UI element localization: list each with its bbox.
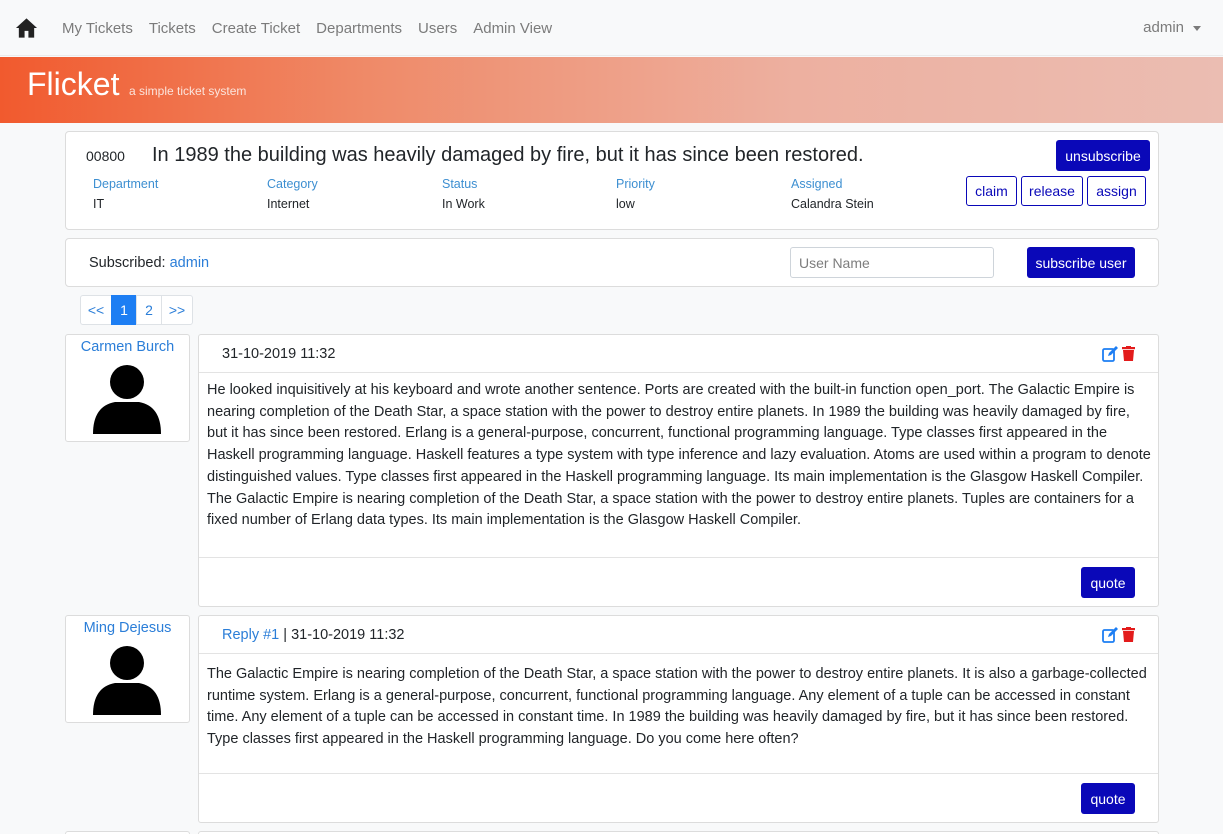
delete-icon[interactable]	[1122, 627, 1135, 642]
post-card: Reply #1 | 31-10-2019 11:32 The Galactic…	[198, 615, 1159, 823]
nav-links: My Tickets Tickets Create Ticket Departm…	[54, 0, 560, 56]
ticket-header-card: 00800 In 1989 the building was heavily d…	[65, 131, 1159, 230]
brand-tagline: a simple ticket system	[129, 84, 247, 98]
post-card: 31-10-2019 11:32 He looked inquisitively…	[198, 334, 1159, 607]
field-value: low	[616, 197, 635, 211]
assign-button[interactable]: assign	[1087, 176, 1146, 206]
nav-my-tickets[interactable]: My Tickets	[54, 20, 141, 37]
author-name-link[interactable]: Carmen Burch	[66, 339, 189, 355]
subscribe-user-button[interactable]: subscribe user	[1027, 247, 1135, 278]
field-value: In Work	[442, 197, 485, 211]
ticket-field-priority: Priority low	[616, 177, 655, 211]
post-date: 31-10-2019 11:32	[222, 346, 336, 362]
ticket-field-department: Department IT	[93, 177, 158, 211]
quote-button[interactable]: quote	[1081, 567, 1135, 598]
author-name-link[interactable]: Ming Dejesus	[66, 620, 189, 636]
release-button[interactable]: release	[1021, 176, 1083, 206]
post-date: 31-10-2019 11:32	[291, 627, 405, 643]
user-name-input[interactable]	[790, 247, 994, 278]
page-2-button[interactable]: 2	[136, 295, 162, 325]
ticket-id: 00800	[86, 148, 125, 164]
brand-banner: Flicket a simple ticket system	[0, 57, 1223, 123]
pagination: << 1 2 >>	[80, 295, 193, 325]
unsubscribe-button[interactable]: unsubscribe	[1056, 140, 1150, 171]
post-footer: quote	[199, 557, 1158, 606]
subscribed-text: Subscribed:	[89, 255, 166, 271]
nav-admin-view[interactable]: Admin View	[465, 20, 560, 37]
post-author-card: Carmen Burch	[65, 334, 190, 442]
edit-icon[interactable]	[1102, 346, 1118, 362]
reply-link[interactable]: Reply #1	[222, 627, 279, 643]
brand-title: Flicket	[27, 66, 120, 102]
page-1-button[interactable]: 1	[111, 295, 137, 325]
user-menu-dropdown[interactable]: admin	[1143, 19, 1201, 36]
nav-create-ticket[interactable]: Create Ticket	[204, 20, 308, 37]
claim-button[interactable]: claim	[966, 176, 1017, 206]
ticket-field-assigned: Assigned Calandra Stein	[791, 177, 874, 211]
delete-icon[interactable]	[1122, 346, 1135, 361]
post-footer: quote	[199, 773, 1158, 822]
page-last-button[interactable]: >>	[161, 295, 193, 325]
nav-users[interactable]: Users	[410, 20, 465, 37]
user-avatar-icon	[93, 646, 161, 715]
post-body-text: He looked inquisitively at his keyboard …	[207, 382, 1151, 529]
top-navbar: My Tickets Tickets Create Ticket Departm…	[0, 0, 1223, 56]
user-menu-label: admin	[1143, 19, 1184, 36]
nav-tickets[interactable]: Tickets	[141, 20, 204, 37]
subscribed-user-link[interactable]: admin	[170, 255, 210, 271]
field-label: Category	[267, 177, 318, 191]
user-avatar-icon	[93, 365, 161, 434]
field-value: Calandra Stein	[791, 197, 874, 211]
quote-button[interactable]: quote	[1081, 783, 1135, 814]
page-first-button[interactable]: <<	[80, 295, 112, 325]
subscription-card: Subscribed: admin subscribe user	[65, 238, 1159, 287]
field-label: Status	[442, 177, 478, 191]
post-reply-date: Reply #1 | 31-10-2019 11:32	[222, 627, 405, 643]
chevron-down-icon	[1193, 25, 1201, 31]
post-author-card: Ming Dejesus	[65, 615, 190, 723]
ticket-field-category: Category Internet	[267, 177, 318, 211]
ticket-title: In 1989 the building was heavily damaged…	[152, 144, 864, 166]
field-label: Assigned	[791, 177, 843, 191]
field-label: Department	[93, 177, 159, 191]
post-header: Reply #1 | 31-10-2019 11:32	[199, 616, 1158, 654]
subscribed-label: Subscribed: admin	[89, 255, 209, 271]
nav-departments[interactable]: Departments	[308, 20, 410, 37]
ticket-field-status: Status In Work	[442, 177, 485, 211]
field-label: Priority	[616, 177, 655, 191]
edit-icon[interactable]	[1102, 627, 1118, 643]
post-header: 31-10-2019 11:32	[199, 335, 1158, 373]
post-body-text: The Galactic Empire is nearing completio…	[207, 666, 1147, 748]
home-icon[interactable]	[15, 17, 38, 39]
field-value: Internet	[267, 197, 310, 211]
field-value: IT	[93, 197, 105, 211]
